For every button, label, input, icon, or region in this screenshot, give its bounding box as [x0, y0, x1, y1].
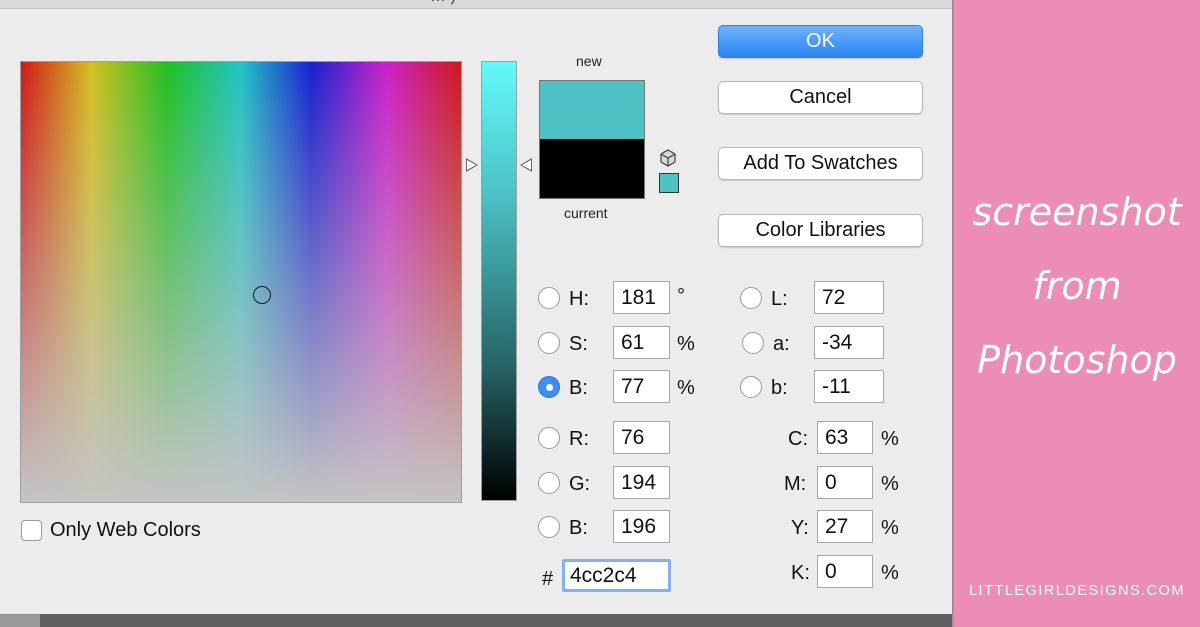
b-channel-field[interactable]: -11	[814, 370, 884, 403]
cyan-unit: %	[881, 428, 899, 450]
site-credit: LITTLEGIRLDESIGNS.COM	[968, 583, 1185, 599]
color-libraries-button[interactable]: Color Libraries	[718, 214, 923, 247]
saturation-radio[interactable]	[538, 332, 560, 354]
dialog-title: … )	[430, 0, 456, 6]
color-field[interactable]	[20, 61, 462, 503]
magenta-label: M:	[784, 473, 807, 495]
slider-left-arrow-icon[interactable]	[466, 158, 478, 172]
brightness-field[interactable]: 77	[613, 370, 670, 403]
cyan-field[interactable]: 63	[817, 421, 873, 454]
websafe-swatch-icon[interactable]	[659, 173, 679, 193]
color-comparison	[539, 80, 645, 199]
saturation-field[interactable]: 61	[613, 326, 670, 359]
yellow-unit: %	[881, 517, 899, 539]
caption-line-1: screenshot	[972, 190, 1182, 234]
hue-label: H:	[569, 288, 589, 310]
saturation-unit: %	[677, 333, 695, 355]
black-field[interactable]: 0	[817, 555, 873, 588]
new-color-swatch	[540, 81, 644, 139]
a-channel-field[interactable]: -34	[814, 326, 884, 359]
red-radio[interactable]	[538, 427, 560, 449]
add-to-swatches-button[interactable]: Add To Swatches	[718, 147, 923, 180]
lightness-label: L:	[771, 288, 788, 310]
cancel-button[interactable]: Cancel	[718, 81, 923, 114]
blue-field[interactable]: 196	[613, 510, 670, 543]
caption-line-2: from	[1032, 264, 1122, 308]
black-unit: %	[881, 562, 899, 584]
new-color-label: new	[576, 53, 602, 69]
caption-panel: screenshot from Photoshop LITTLEGIRLDESI…	[954, 0, 1200, 627]
saturation-label: S:	[569, 333, 588, 355]
hue-unit: °	[677, 285, 685, 307]
only-web-colors-label: Only Web Colors	[50, 519, 201, 541]
lightness-field[interactable]: 72	[814, 281, 884, 314]
hex-field[interactable]: 4cc2c4	[562, 559, 671, 592]
lightness-radio[interactable]	[740, 287, 762, 309]
color-picker-dialog: … ) new current OK Cancel Add To Swatche…	[0, 0, 953, 615]
current-color-swatch[interactable]	[540, 139, 644, 198]
b-channel-radio[interactable]	[740, 376, 762, 398]
green-field[interactable]: 194	[613, 466, 670, 499]
hue-field[interactable]: 181	[613, 281, 670, 314]
blue-label: B:	[569, 517, 588, 539]
cyan-label: C:	[788, 428, 808, 450]
blue-radio[interactable]	[538, 516, 560, 538]
magenta-field[interactable]: 0	[817, 466, 873, 499]
only-web-colors-checkbox[interactable]	[21, 520, 42, 541]
yellow-field[interactable]: 27	[817, 510, 873, 543]
red-label: R:	[569, 428, 589, 450]
current-color-label: current	[564, 205, 608, 221]
color-field-marker[interactable]	[253, 286, 271, 304]
green-radio[interactable]	[538, 472, 560, 494]
a-channel-label: a:	[773, 333, 790, 355]
ok-button[interactable]: OK	[718, 25, 923, 58]
b-channel-label: b:	[771, 377, 788, 399]
a-channel-radio[interactable]	[742, 332, 764, 354]
brightness-unit: %	[677, 377, 695, 399]
black-label: K:	[791, 562, 810, 584]
brightness-label: B:	[569, 377, 588, 399]
hue-radio[interactable]	[538, 287, 560, 309]
color-slider[interactable]	[481, 61, 517, 501]
caption-line-3: Photoshop	[977, 338, 1177, 382]
brightness-radio[interactable]	[538, 376, 560, 398]
hex-label: #	[542, 568, 554, 590]
window-shadow	[40, 614, 952, 627]
green-label: G:	[569, 473, 591, 495]
magenta-unit: %	[881, 473, 899, 495]
cube-icon[interactable]	[659, 149, 677, 167]
slider-right-arrow-icon[interactable]	[520, 158, 532, 172]
yellow-label: Y:	[791, 517, 809, 539]
title-bar: … )	[0, 0, 952, 9]
red-field[interactable]: 76	[613, 421, 670, 454]
